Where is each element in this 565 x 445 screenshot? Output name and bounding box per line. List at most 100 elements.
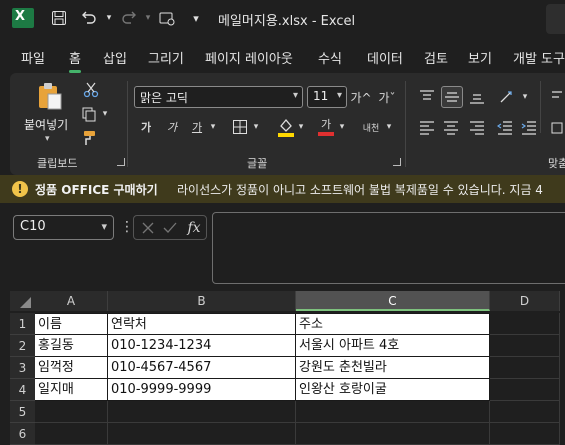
tab-data[interactable]: 데이터 [367,48,403,67]
cell-b2[interactable]: 010-1234-1234 [108,335,296,357]
tab-draw[interactable]: 그리기 [148,48,184,67]
cell-empty[interactable] [108,423,296,445]
align-bottom-icon[interactable] [467,86,487,108]
orientation-icon[interactable] [497,86,519,108]
font-name-select[interactable]: 맑은 고딕 ▾ [134,86,303,108]
italic-button[interactable]: 가 [163,117,181,137]
align-middle-icon[interactable] [441,86,463,108]
search-button[interactable] [546,4,565,34]
buy-office-link[interactable]: 정품 OFFICE 구매하기 [35,181,158,198]
name-box[interactable]: C10 ▾ [13,215,114,240]
select-all-button[interactable] [10,291,35,311]
cell-a3[interactable]: 임꺽정 [35,357,108,379]
wrap-text-icon[interactable] [548,86,565,108]
cell-b1[interactable]: 연락처 [108,313,296,335]
font-color-icon[interactable]: 가 [316,115,336,139]
fill-color-icon[interactable] [276,115,296,139]
column-header-c[interactable]: C [296,291,490,311]
font-size-select[interactable]: 11 ▾ [307,86,347,108]
merge-center-icon[interactable] [548,117,565,139]
underline-dropdown-icon[interactable]: ▾ [208,119,218,135]
paste-button-label[interactable]: 붙여넣기 [24,116,68,133]
cell-c4[interactable]: 인왕산 호랑이굴 [296,379,490,401]
row-header-5[interactable]: 5 [10,401,35,423]
customize-icon[interactable]: ▾ [186,8,206,28]
paste-icon[interactable] [35,80,65,112]
undo-dropdown-icon[interactable]: ▾ [99,8,119,28]
borders-dropdown-icon[interactable]: ▾ [251,119,261,135]
tab-review[interactable]: 검토 [424,48,448,67]
cell-a2[interactable]: 홍길동 [35,335,108,357]
align-top-icon[interactable] [417,86,437,108]
copy-dropdown-icon[interactable]: ▾ [100,107,110,121]
tab-formulas[interactable]: 수식 [318,48,342,67]
cell-empty[interactable] [296,401,490,423]
redo-icon[interactable] [119,8,139,28]
row-header-3[interactable]: 3 [10,357,35,379]
warning-icon: ! [12,181,28,197]
phonetic-dropdown-icon[interactable]: ▾ [384,119,394,135]
tab-page-layout[interactable]: 페이지 레이아웃 [205,48,293,67]
cell-empty[interactable] [490,313,560,335]
insert-function-button[interactable]: fx [184,218,204,237]
tab-home[interactable]: 홈 [69,48,81,73]
fill-color-dropdown-icon[interactable]: ▾ [296,119,306,135]
paste-dropdown-icon[interactable]: ▾ [45,134,50,144]
row-header-6[interactable]: 6 [10,423,35,445]
formula-input[interactable] [212,212,565,284]
cell-a1[interactable]: 이름 [35,313,108,335]
redo-dropdown-icon[interactable]: ▾ [138,8,158,28]
font-group-label: 글꼴 [247,157,268,170]
align-center-icon[interactable] [441,117,461,139]
grow-font-button[interactable]: 가^ [349,87,373,107]
cell-b3[interactable]: 010-4567-4567 [108,357,296,379]
column-header-b[interactable]: B [108,291,296,311]
phonetic-guide-button[interactable]: 내천 [360,117,382,137]
tab-file[interactable]: 파일 [21,48,45,67]
tab-developer[interactable]: 개발 도구 [513,48,565,67]
cell-c2[interactable]: 서울시 아파트 4호 [296,335,490,357]
cell-c3[interactable]: 강원도 춘천빌라 [296,357,490,379]
cell-empty[interactable] [35,401,108,423]
cell-empty[interactable] [490,379,560,401]
orientation-dropdown-icon[interactable]: ▾ [520,89,530,105]
cell-empty[interactable] [490,357,560,379]
cancel-icon[interactable] [140,219,156,236]
cell-b4[interactable]: 010-9999-9999 [108,379,296,401]
row-header-4[interactable]: 4 [10,379,35,401]
font-color-dropdown-icon[interactable]: ▾ [337,119,347,135]
cut-icon[interactable] [82,81,100,99]
ribbon-divider [405,81,406,167]
font-launcher-icon[interactable] [393,158,401,166]
cell-empty[interactable] [490,423,560,445]
decrease-indent-icon[interactable] [495,117,515,139]
cell-empty[interactable] [490,401,560,423]
save-icon[interactable] [49,8,69,28]
increase-indent-icon[interactable] [519,117,539,139]
cell-a4[interactable]: 일지매 [35,379,108,401]
cell-c1[interactable]: 주소 [296,313,490,335]
copy-icon[interactable] [80,105,98,123]
align-left-icon[interactable] [417,117,437,139]
row-header-2[interactable]: 2 [10,335,35,357]
cell-empty[interactable] [35,423,108,445]
tab-insert[interactable]: 삽입 [103,48,127,67]
shrink-font-button[interactable]: 가ˇ [375,87,399,107]
row-header-1[interactable]: 1 [10,313,35,335]
tab-view[interactable]: 보기 [468,48,492,67]
column-header-d[interactable]: D [490,291,560,311]
underline-button[interactable]: 가 [188,117,206,137]
cell-empty[interactable] [296,423,490,445]
cell-empty[interactable] [490,335,560,357]
bold-button[interactable]: 가 [137,117,155,137]
more-options-icon[interactable]: ⋮ [120,219,134,235]
format-painter-icon[interactable] [81,129,99,147]
clipboard-launcher-icon[interactable] [117,158,125,166]
column-header-a[interactable]: A [35,291,108,311]
enter-icon[interactable] [162,219,178,236]
undo-icon[interactable] [79,8,99,28]
touch-mode-icon[interactable] [157,8,177,28]
cell-empty[interactable] [108,401,296,423]
align-right-icon[interactable] [467,117,487,139]
borders-icon[interactable] [230,117,250,137]
